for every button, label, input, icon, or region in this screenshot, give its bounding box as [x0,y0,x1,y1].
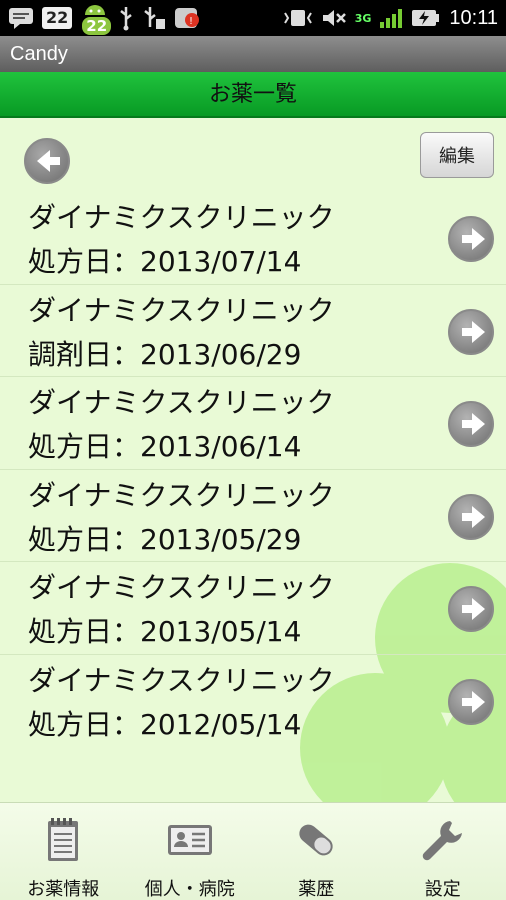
clinic-name: ダイナミクスクリニック [28,386,335,419]
status-bar: 22 22 ! 3G 10:11 [0,0,506,36]
clinic-name: ダイナミクスクリニック [28,478,335,512]
tab-personal-hospital[interactable]: 個人・病院 [127,803,254,900]
prescription-list: ダイナミクスクリニック 処方日：2013/07/14 ダイナミクスクリニック 調… [0,192,506,747]
back-button[interactable] [24,138,70,184]
arrow-right-icon [462,690,485,713]
edit-button[interactable]: 編集 [420,132,494,178]
list-item[interactable]: ダイナミクスクリニック 調剤日：2013/06/29 [0,285,506,377]
tab-label: 薬歴 [298,879,335,900]
page-title: お薬一覧 [208,82,297,107]
detail-button[interactable] [448,678,494,725]
clinic-name: ダイナミクスクリニック [28,571,335,604]
battery-charging-icon [412,10,440,26]
detail-button[interactable] [448,586,494,632]
tab-label: 個人・病院 [144,879,235,900]
list-item[interactable]: ダイナミクスクリニック 処方日：2013/06/14 [0,377,506,470]
list-item[interactable]: ダイナミクスクリニック 処方日：2012/05/14 [0,655,506,748]
dispensing-date: 調剤日：2013/06/29 [28,337,302,371]
list-item[interactable]: ダイナミクスクリニック 処方日：2013/07/14 [0,192,506,285]
tab-medicine-info[interactable]: お薬情報 [0,803,127,900]
vibrate-icon [283,10,312,26]
id-card-icon [167,825,212,855]
signal-icon [380,9,403,28]
tab-label: 設定 [424,879,461,900]
usb-icon [120,7,133,31]
notification-count-badge: 22 [42,7,73,29]
arrow-left-icon [37,150,60,172]
app-title: Candy [10,43,68,65]
prescription-date: 処方日：2013/05/29 [28,522,302,556]
android-notification-icon: 22 [80,3,112,35]
page-header: お薬一覧 [0,72,506,118]
detail-button[interactable] [448,493,494,540]
arrow-right-icon [462,320,485,343]
notepad-icon [48,818,79,861]
arrow-right-icon [462,598,485,620]
clinic-name: ダイナミクスクリニック [28,663,335,697]
tab-settings[interactable]: 設定 [380,803,506,900]
tab-medication-history[interactable]: 薬歴 [253,803,380,900]
app-title-bar: Candy [0,36,506,72]
arrow-right-icon [462,413,485,435]
arrow-right-icon [462,228,485,250]
pill-icon [299,824,333,856]
detail-button[interactable] [448,401,494,447]
chat-icon [9,8,33,29]
prescription-date: 処方日：2013/05/14 [28,615,302,648]
prescription-date: 処方日：2013/06/14 [28,430,302,463]
android-notification-count: 22 [82,17,112,35]
list-item[interactable]: ダイナミクスクリニック 処方日：2013/05/14 [0,562,506,655]
arrow-right-icon [462,505,485,528]
status-time: 10:11 [449,6,498,29]
main-content: 編集 ダイナミクスクリニック 処方日：2013/07/14 ダイナミクスクリニッ… [0,118,506,802]
prescription-date: 処方日：2012/05/14 [28,707,302,741]
mute-icon [322,10,346,26]
wrench-icon [422,821,462,861]
list-item[interactable]: ダイナミクスクリニック 処方日：2013/05/29 [0,470,506,562]
prescription-date: 処方日：2013/07/14 [28,245,302,278]
app-notification-icon: ! [175,8,200,28]
detail-button[interactable] [448,308,494,355]
network-type-indicator: 3G [354,11,372,25]
usb-debug-icon [144,7,166,29]
svg-text:!: ! [189,16,193,27]
detail-button[interactable] [448,216,494,262]
clinic-name: ダイナミクスクリニック [28,293,335,327]
tab-label: お薬情報 [27,879,100,900]
bottom-tab-bar: お薬情報 個人・病院 薬歴 設定 [0,802,506,900]
clinic-name: ダイナミクスクリニック [28,201,335,234]
